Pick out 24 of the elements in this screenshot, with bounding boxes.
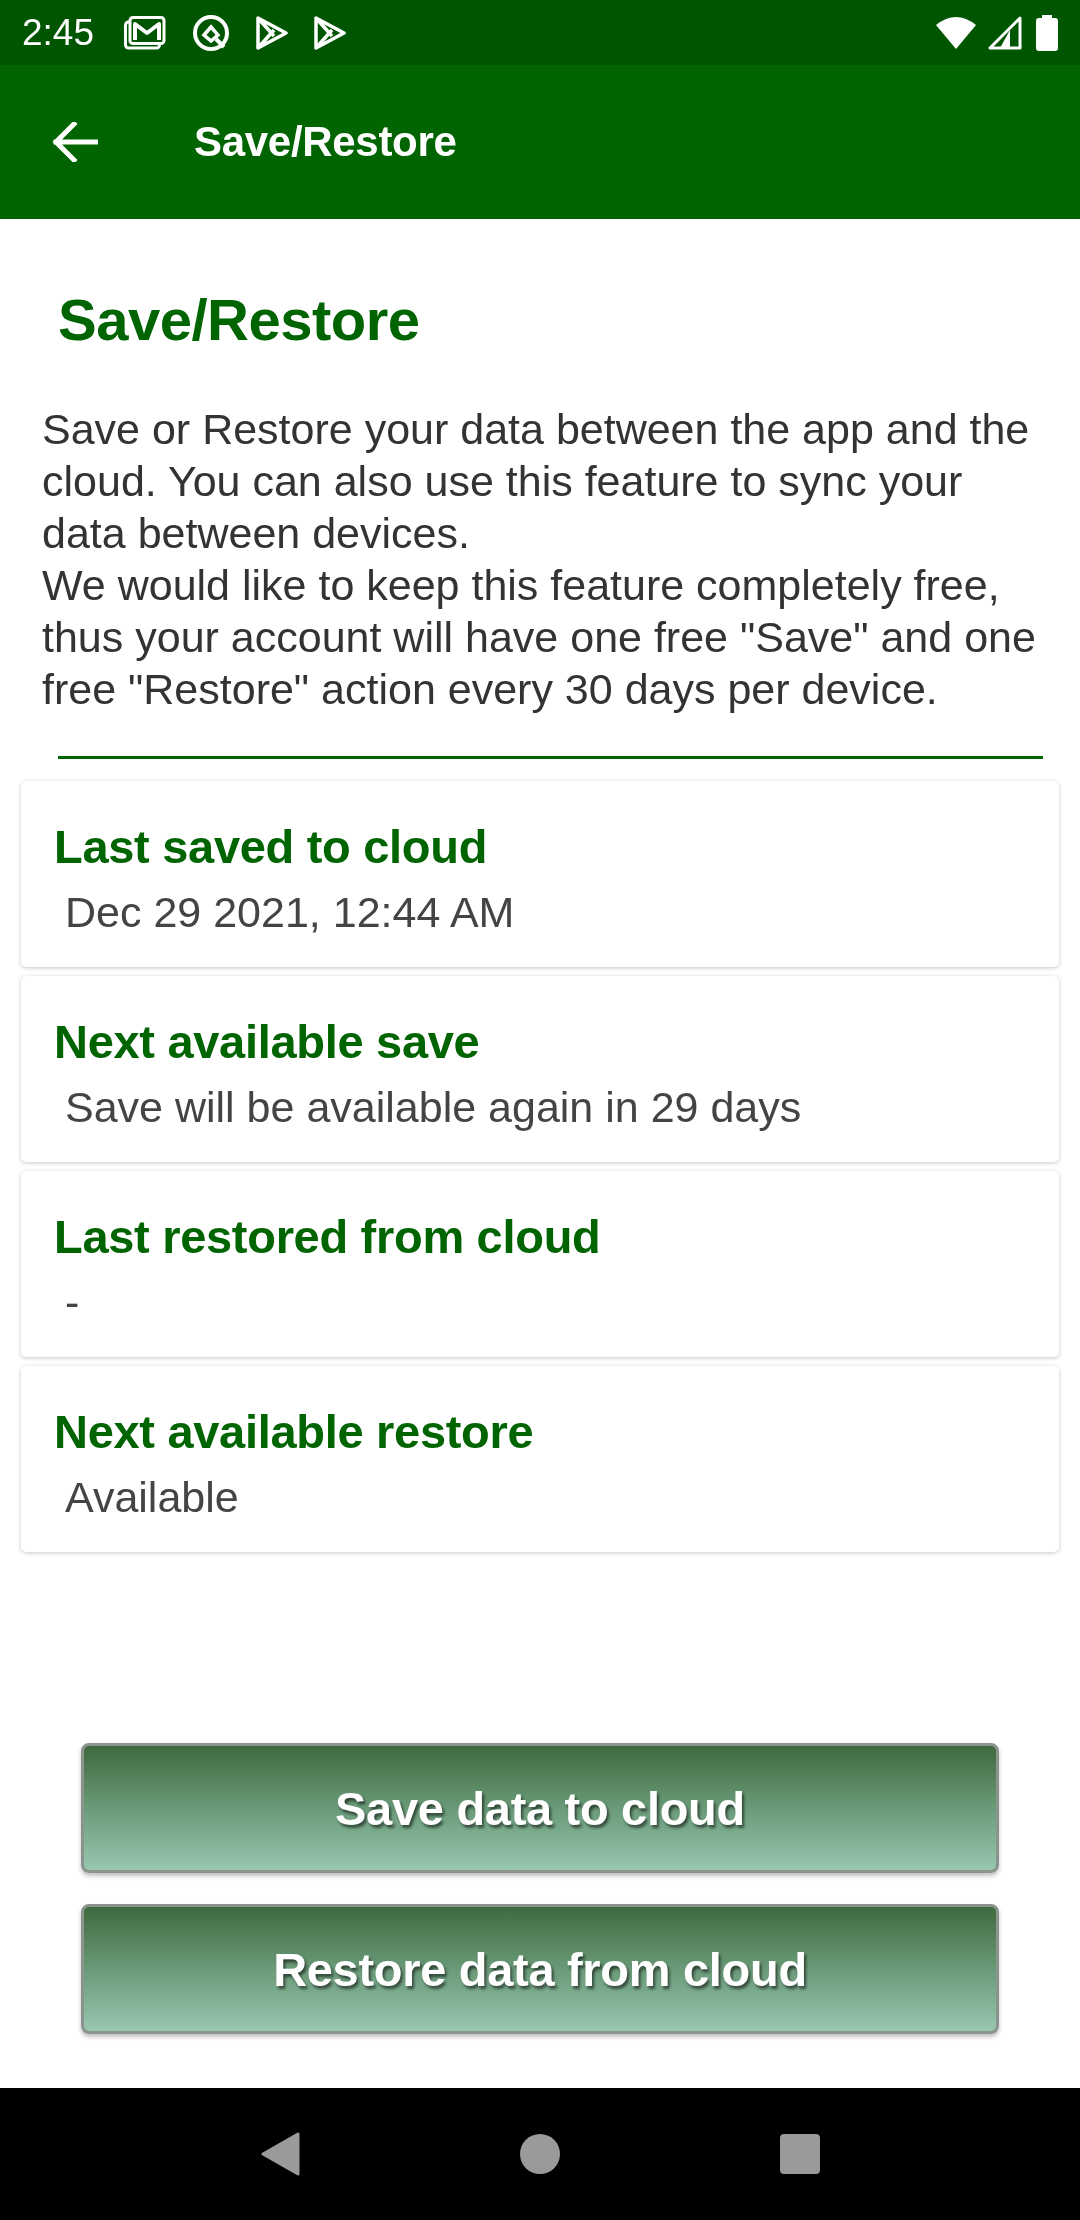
cloud-action-button[interactable]: Restore data from cloud <box>81 1904 999 2034</box>
app-bar-title: Save/Restore <box>194 118 457 166</box>
battery-icon <box>1036 14 1058 51</box>
card-title: Next available restore <box>54 1406 534 1458</box>
play-triangle-icon <box>314 15 346 50</box>
description-paragraph: Save or Restore your data between the app and the cloud. You can also use this feature to sync your data between devices. <box>42 404 1031 559</box>
mail-icon <box>124 15 166 50</box>
wifi-icon <box>936 16 976 49</box>
status-time: 2:45 <box>22 11 94 54</box>
card-value: Available <box>65 1472 239 1522</box>
card-title: Last saved to cloud <box>54 821 488 873</box>
card-value: Save will be available again in 29 days <box>65 1082 802 1132</box>
signal-icon <box>988 15 1022 50</box>
cloud-action-button[interactable]: Save data to cloud <box>81 1743 999 1873</box>
page-heading: Save/Restore <box>58 287 421 353</box>
back-triangle-icon[interactable] <box>260 2132 300 2176</box>
card-value: Dec 29 2021, 12:44 AM <box>65 887 515 937</box>
card-title: Next available save <box>54 1016 480 1068</box>
home-circle-icon[interactable] <box>520 2134 560 2174</box>
card-value: - <box>65 1277 80 1327</box>
play-triangle-icon <box>256 15 288 50</box>
card-title: Last restored from cloud <box>54 1211 601 1263</box>
back-arrow-icon[interactable] <box>52 122 98 162</box>
description-paragraph: We would like to keep this feature completely free, thus your account will have one free "Save" and one free "Restore" action every 30 days per device. <box>42 560 1037 715</box>
